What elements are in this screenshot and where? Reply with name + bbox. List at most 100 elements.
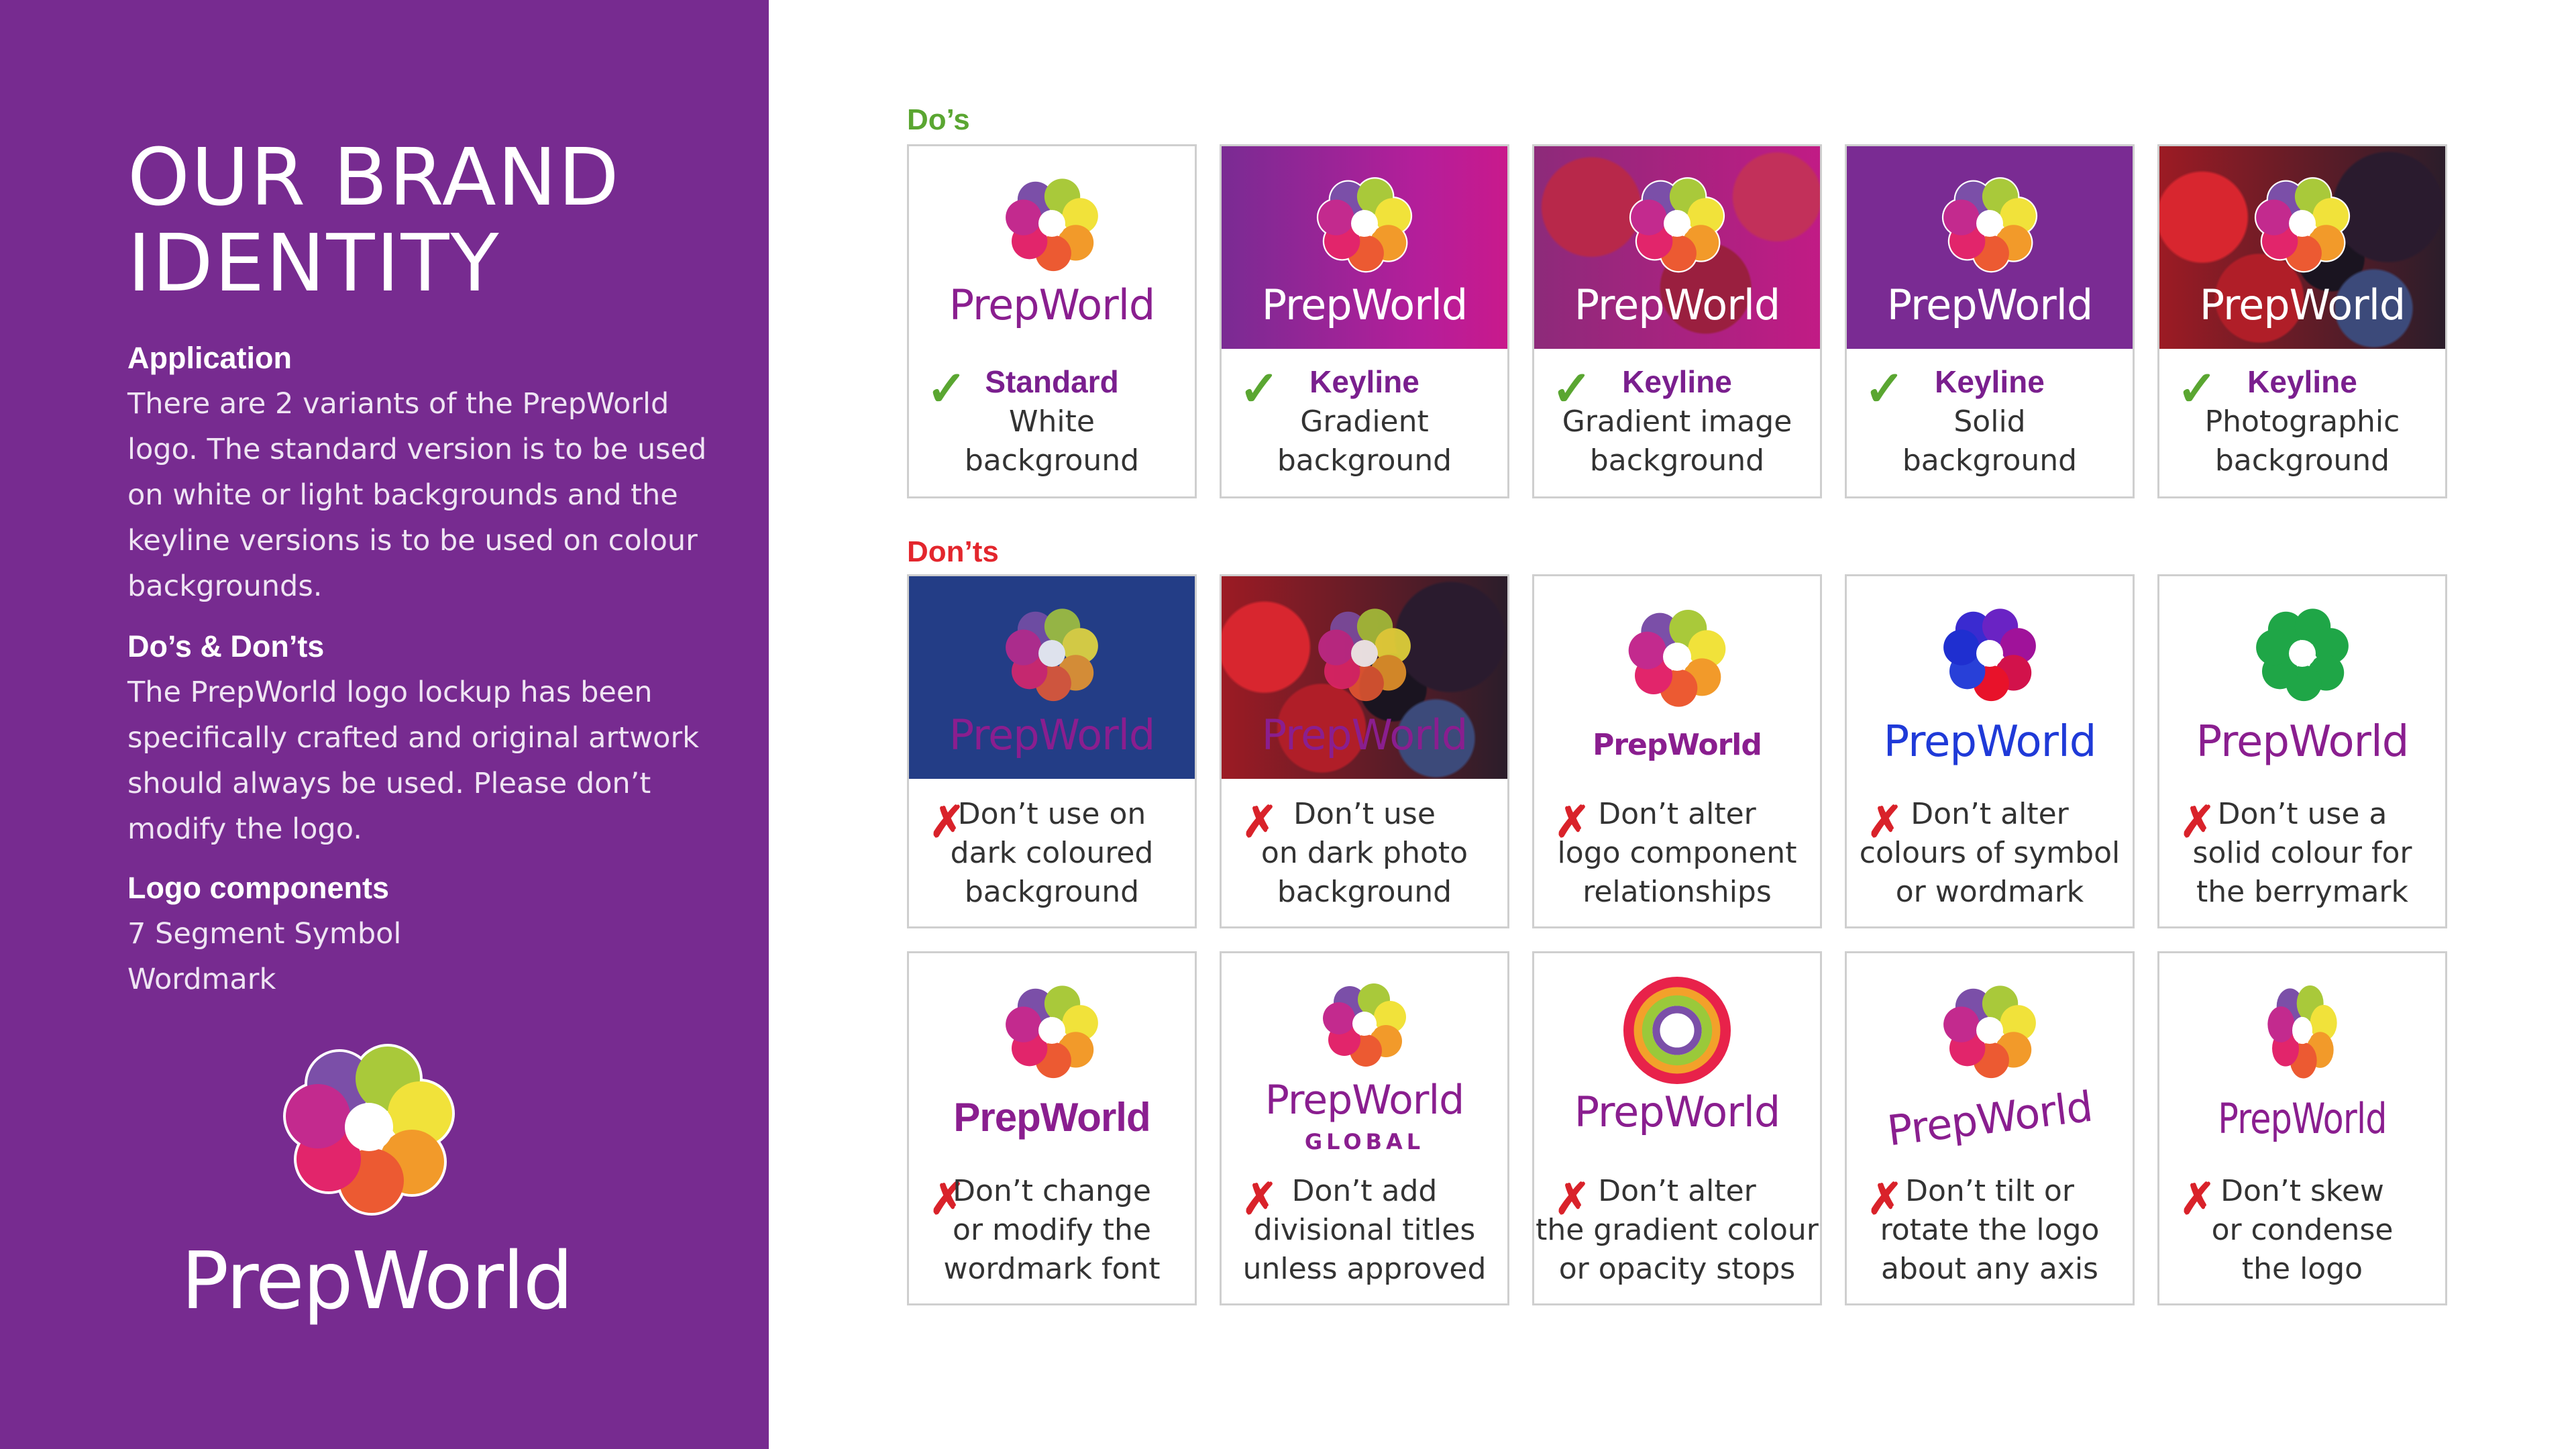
wordmark: PrepWorld: [953, 1095, 1150, 1140]
dont-caption: Don’t alter logo component relationships: [1534, 795, 1820, 912]
do-image: PrepWorld: [909, 146, 1195, 349]
dont-line2: or modify the: [953, 1213, 1151, 1247]
donts-label: Don’ts: [907, 535, 999, 568]
dos-label: Do’s: [907, 103, 970, 136]
do-image: PrepWorld: [2159, 146, 2445, 349]
wordmark: PrepWorld: [2218, 1094, 2387, 1143]
dont-line1: Don’t alter: [1598, 797, 1756, 831]
dont-caption: Don’t use on dark photo background: [1222, 795, 1507, 912]
dont-line1: Don’t tilt or: [1905, 1174, 2074, 1208]
wordmark: PrepWorld: [1574, 1087, 1781, 1136]
dont-line2: colours of symbol: [1859, 836, 2121, 870]
dont-card-font: PrepWorld ✗ Don’t change or modify the w…: [907, 951, 1197, 1305]
dont-line3: or opacity stops: [1558, 1252, 1796, 1286]
berrymark-icon: [1297, 160, 1432, 287]
dont-line1: Don’t use a: [2217, 797, 2387, 831]
wordmark: PrepWorld: [1593, 728, 1762, 762]
dont-line1: Don’t use on: [957, 797, 1146, 831]
do-caption: Keyline Solid background: [1847, 362, 2133, 480]
wordmark: PrepWorld: [949, 710, 1156, 759]
dont-line3: the logo: [2241, 1252, 2363, 1286]
wordmark: PrepWorld: [1883, 717, 2097, 767]
dont-image: PrepWorld GLOBAL: [1222, 953, 1507, 1156]
berrymark-icon: [2235, 160, 2369, 287]
dont-caption: Don’t add divisional titles unless appro…: [1222, 1172, 1507, 1289]
do-caption: Keyline Gradient background: [1222, 362, 1507, 480]
dont-line2: rotate the logo: [1880, 1213, 2100, 1247]
dont-line2: on dark photo: [1260, 836, 1468, 870]
dont-card-dark-colour: PrepWorld ✗ Don’t use on dark coloured b…: [907, 574, 1197, 928]
do-line1: Gradient image: [1562, 405, 1792, 439]
main-logo-wordmark: PrepWorld: [181, 1234, 574, 1327]
dont-card-skew: PrepWorld ✗ Don’t skew or condense the l…: [2157, 951, 2447, 1305]
sidebar: OUR BRAND IDENTITY Application There are…: [0, 0, 769, 1449]
dont-line1: Don’t add: [1291, 1174, 1438, 1208]
berrymark-icon: [2256, 608, 2349, 702]
berrymark-icon: [1923, 160, 2057, 287]
do-line2: background: [1277, 443, 1452, 478]
dont-line2: divisional titles: [1253, 1213, 1476, 1247]
component-wordmark: Wordmark: [127, 963, 276, 996]
berrymark-icon: [1006, 985, 1098, 1079]
berrymark-icon: [1006, 608, 1098, 702]
dont-line3: wordmark font: [943, 1252, 1161, 1286]
application-section: Application There are 2 variants of the …: [127, 335, 731, 609]
wordmark: PrepWorld: [949, 280, 1156, 329]
wordmark: PrepWorld: [1886, 280, 2094, 329]
berrymark-icon: [1943, 608, 2036, 702]
do-line1: Solid: [1953, 405, 2026, 439]
do-title: Keyline: [2247, 364, 2357, 399]
berrymark-icon: [1610, 967, 1744, 1094]
application-heading: Application: [127, 341, 292, 375]
dont-image: PrepWorld: [1847, 576, 2133, 779]
dont-line2: the gradient colour: [1536, 1213, 1819, 1247]
dont-caption: Don’t use a solid colour for the berryma…: [2159, 795, 2445, 912]
do-line2: background: [2214, 443, 2390, 478]
dont-image: PrepWorld: [1847, 953, 2133, 1156]
dont-caption: Don’t alter the gradient colour or opaci…: [1534, 1172, 1820, 1289]
berrymark-icon: [248, 1013, 490, 1241]
dont-caption: Don’t change or modify the wordmark font: [909, 1172, 1195, 1289]
wordmark: PrepWorld: [1261, 710, 1468, 759]
do-title: Keyline: [1309, 364, 1419, 399]
do-title: Standard: [985, 364, 1119, 399]
dont-line2: logo component: [1557, 836, 1797, 870]
dont-image: PrepWorld: [2159, 953, 2445, 1156]
page-title: OUR BRAND IDENTITY: [127, 131, 621, 309]
dont-line1: Don’t use: [1293, 797, 1436, 831]
berrymark-icon: [1006, 178, 1098, 272]
dont-line2: solid colour for: [2192, 836, 2412, 870]
do-caption: Standard White background: [909, 362, 1195, 480]
dont-card-solid-berrymark: PrepWorld ✗ Don’t use a solid colour for…: [2157, 574, 2447, 928]
application-body: There are 2 variants of the PrepWorld lo…: [127, 387, 707, 603]
do-line1: Photographic: [2204, 405, 2400, 439]
do-title: Keyline: [1935, 364, 2045, 399]
dont-line3: about any axis: [1881, 1252, 2098, 1286]
components-section: Logo components 7 Segment Symbol Wordmar…: [127, 865, 731, 1002]
do-title: Keyline: [1622, 364, 1732, 399]
component-symbol: 7 Segment Symbol: [127, 917, 402, 951]
dont-line1: Don’t alter: [1598, 1174, 1756, 1208]
berrymark-icon: [1610, 160, 1744, 287]
dont-card-dark-photo: PrepWorld ✗ Don’t use on dark photo back…: [1220, 574, 1509, 928]
do-line1: Gradient: [1300, 405, 1429, 439]
do-caption: Keyline Photographic background: [2159, 362, 2445, 480]
dont-image: PrepWorld: [2159, 576, 2445, 779]
components-heading: Logo components: [127, 871, 389, 905]
dos-donts-heading: Do’s & Don’ts: [127, 629, 325, 663]
dont-card-divisional: PrepWorld GLOBAL ✗ Don’t add divisional …: [1220, 951, 1509, 1305]
dont-caption: Don’t tilt or rotate the logo about any …: [1847, 1172, 2133, 1289]
dont-line3: unless approved: [1242, 1252, 1487, 1286]
dont-caption: Don’t use on dark coloured background: [909, 795, 1195, 912]
dont-line2: or condense: [2211, 1213, 2394, 1247]
dont-line1: Don’t alter: [1911, 797, 2069, 831]
dos-donts-body: The PrepWorld logo lockup has been speci…: [127, 676, 700, 846]
do-card-photographic: PrepWorld ✓ Keyline Photographic backgro…: [2157, 144, 2447, 498]
dont-image: PrepWorld: [1222, 576, 1507, 779]
dos-donts-section: Do’s & Don’ts The PrepWorld logo lockup …: [127, 624, 731, 852]
do-line2: background: [1589, 443, 1765, 478]
dont-image: PrepWorld: [909, 576, 1195, 779]
berrymark-icon: [1628, 610, 1726, 707]
dont-line2: dark coloured: [950, 836, 1154, 870]
do-card-gradient-image: PrepWorld ✓ Keyline Gradient image backg…: [1532, 144, 1822, 498]
